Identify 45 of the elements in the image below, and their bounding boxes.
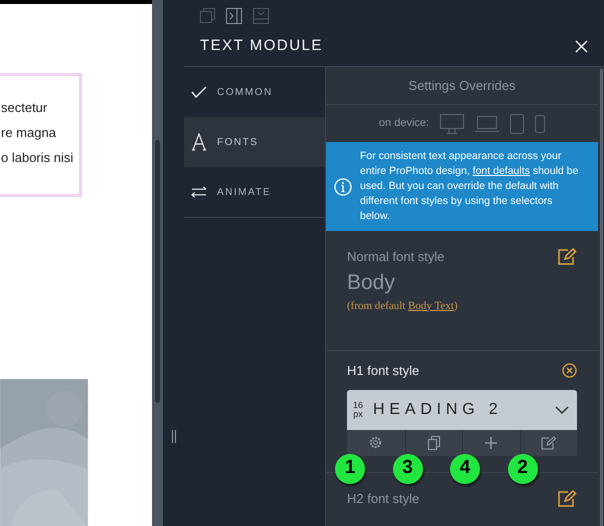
font-style-label: H2 font style (347, 490, 420, 508)
font-style-label: H1 font style (347, 362, 420, 380)
body-text-line: sectetur (1, 98, 48, 117)
number-callout: 4 (450, 454, 480, 484)
body-text-line: o laboris nisi (1, 148, 74, 167)
swap-arrows-icon (191, 186, 207, 198)
number-callout: 1 (335, 454, 365, 484)
resize-handle[interactable] (172, 430, 176, 443)
toolbar-button[interactable] (404, 430, 462, 456)
close-icon[interactable] (575, 40, 588, 52)
nav-tab[interactable]: FONTS (184, 117, 325, 167)
font-style-label: Normal font style (347, 248, 445, 266)
font-size-unit: px (353, 410, 363, 418)
scrollbar-thumb[interactable] (600, 69, 602, 526)
panel-title: TEXT MODULE (200, 36, 323, 56)
toolbar-button[interactable] (462, 430, 520, 456)
nav-tab[interactable]: ANIMATE (184, 167, 325, 217)
number-callout: 2 (508, 454, 538, 484)
body-text-link[interactable]: Body Text (408, 300, 454, 312)
remove-icon[interactable] (562, 363, 577, 378)
nav-tab[interactable]: COMMON (184, 67, 325, 117)
check-icon (191, 86, 207, 98)
device-label: on device: (378, 116, 430, 132)
toolbar-button[interactable] (520, 430, 577, 456)
font-size-value: 16 (353, 400, 364, 410)
letter-icon (192, 133, 206, 151)
body-text-line: re magna (1, 124, 57, 142)
font-style-value: Body (347, 270, 396, 294)
scrollbar-thumb[interactable] (155, 140, 160, 403)
info-text: For consistent text appearance across your entire ProPhoto design, font defaults should be used. But you can override the default with different font styles by using the selectors below. (360, 149, 580, 224)
edit-icon[interactable] (558, 490, 577, 507)
chevron-down-icon (555, 406, 569, 414)
number-callout: 3 (392, 454, 422, 484)
edit-icon (541, 436, 556, 450)
plus-icon (485, 436, 498, 448)
font-source-note: (from default Body Text) (347, 298, 459, 314)
toolbar-button[interactable] (347, 430, 404, 456)
sidebar-panel-icon[interactable] (226, 8, 242, 24)
copy-icon (428, 436, 440, 450)
font-style-dropdown[interactable]: 16 px HEADING 2 (347, 390, 577, 430)
gear-icon (369, 436, 382, 449)
edit-icon[interactable] (558, 248, 577, 266)
font-defaults-link[interactable]: font defaults (472, 165, 530, 177)
info-icon (334, 178, 352, 196)
dropdown-value: HEADING 2 (373, 400, 502, 420)
